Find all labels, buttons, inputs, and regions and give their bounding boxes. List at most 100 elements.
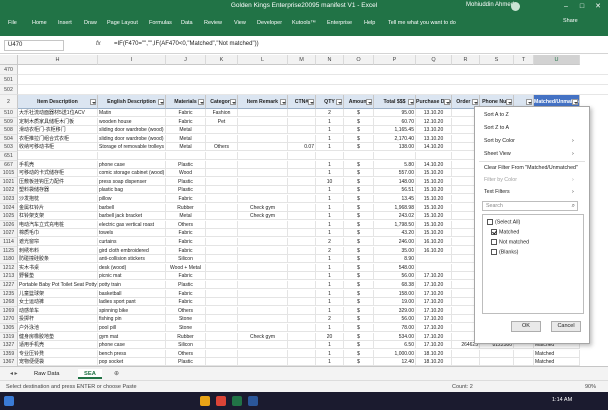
filter-dropdown-icon[interactable] (506, 99, 512, 105)
minimize-icon[interactable]: – (560, 1, 572, 13)
maximize-icon[interactable]: □ (576, 1, 588, 13)
table-cell[interactable]: 17.10.20 (416, 324, 452, 332)
table-cell[interactable] (206, 126, 238, 135)
filter-by-color[interactable]: Filter by Color › (484, 177, 574, 183)
table-cell[interactable]: 1 (316, 229, 344, 238)
table-cell[interactable]: 13.45 (374, 195, 416, 203)
table-cell[interactable]: 557.00 (374, 169, 416, 178)
filter-dropdown-icon[interactable] (572, 99, 578, 105)
table-cell[interactable]: 1 (316, 306, 344, 315)
table-cell[interactable]: 15.10.20 (416, 203, 452, 212)
table-cell[interactable] (206, 246, 238, 255)
table-cell[interactable]: $ (344, 169, 374, 178)
table-cell[interactable]: $ (344, 298, 374, 307)
row-header[interactable]: 501 (0, 75, 18, 85)
table-cell[interactable]: 13.10.20 (416, 134, 452, 143)
row-header[interactable]: 509 (0, 117, 18, 127)
table-cell[interactable]: 15.10.20 (416, 195, 452, 203)
table-cell[interactable]: 2 (316, 315, 344, 324)
column-header-h[interactable]: H (18, 55, 98, 65)
table-cell[interactable] (238, 143, 288, 152)
row-header[interactable]: 1027 (0, 229, 18, 238)
table-cell[interactable]: gym mat (98, 332, 166, 341)
clear-filter[interactable]: Clear Filter From "Matched/Unmatched" (484, 165, 578, 171)
row-header[interactable]: 1327 (0, 341, 18, 350)
table-cell[interactable]: Fabric (166, 246, 206, 255)
tab-draw[interactable]: Draw (84, 20, 97, 26)
table-cell[interactable]: 56.51 (374, 186, 416, 195)
table-cell[interactable] (288, 229, 316, 238)
table-cell[interactable] (206, 315, 238, 324)
table-cell[interactable] (206, 272, 238, 281)
table-cell[interactable]: 17.10.20 (416, 289, 452, 298)
table-cell[interactable]: 1 (316, 289, 344, 298)
column-header-t[interactable]: T (514, 55, 534, 65)
table-cell[interactable] (288, 195, 316, 203)
text-filters[interactable]: Text Filters › (484, 189, 574, 195)
row-header[interactable]: 504 (0, 134, 18, 144)
table-cell[interactable] (206, 177, 238, 186)
row-header[interactable]: 1180 (0, 255, 18, 264)
sheet-tab-raw-data[interactable]: Raw Data (28, 369, 65, 379)
zoom-level[interactable]: 90% (585, 384, 596, 390)
table-cell[interactable]: 压敷板挂钩压力配件 (18, 177, 98, 186)
table-cell[interactable]: 43.20 (374, 229, 416, 238)
table-cell[interactable]: 15.10.20 (416, 186, 452, 195)
table-cell[interactable] (416, 263, 452, 272)
table-cell[interactable]: 防碰撞硅胶条 (18, 255, 98, 264)
row-header[interactable]: 1015 (0, 169, 18, 178)
table-cell[interactable]: Plastic (166, 160, 206, 169)
table-cell[interactable]: 遮光窗帘 (18, 238, 98, 246)
column-header-i[interactable]: I (98, 55, 166, 65)
row-header[interactable]: 502 (0, 85, 18, 95)
table-cell[interactable]: Silicon (166, 341, 206, 350)
table-cell[interactable] (288, 117, 316, 126)
row-header[interactable]: 1024 (0, 203, 18, 213)
row-header[interactable]: 667 (0, 160, 18, 170)
filter-item-not-matched[interactable]: Not matched (491, 239, 529, 245)
table-header-cell[interactable]: English Description (98, 95, 166, 109)
table-cell[interactable]: 实木书桌 (18, 263, 98, 272)
table-cell[interactable]: 17.10.20 (416, 341, 452, 350)
row-header[interactable]: 2 (0, 95, 18, 109)
table-cell[interactable] (288, 332, 316, 341)
table-cell[interactable] (206, 169, 238, 178)
table-cell[interactable]: 滑动衣柜门-衣柜移门 (18, 126, 98, 135)
table-cell[interactable]: plastic bag (98, 186, 166, 195)
table-cell[interactable]: phone case (98, 341, 166, 350)
column-header-u[interactable]: U (534, 55, 580, 65)
table-cell[interactable]: $ (344, 203, 374, 212)
table-cell[interactable]: Plastic (166, 186, 206, 195)
table-cell[interactable]: 6.50 (374, 341, 416, 350)
tab-home[interactable]: Home (32, 20, 47, 26)
table-cell[interactable]: $ (344, 246, 374, 255)
table-cell[interactable]: Check gym (238, 212, 288, 221)
start-icon[interactable] (4, 396, 14, 406)
table-cell[interactable]: 2,170.40 (374, 134, 416, 143)
tab-developer[interactable]: Developer (257, 20, 282, 26)
table-cell[interactable] (238, 324, 288, 332)
table-cell[interactable]: Matin (98, 109, 166, 117)
row-header[interactable]: 651 (0, 152, 18, 161)
table-cell[interactable] (206, 212, 238, 221)
table-cell[interactable]: 68.38 (374, 281, 416, 289)
filter-dropdown-icon[interactable] (408, 99, 414, 105)
tab-page-layout[interactable]: Page Layout (107, 20, 138, 26)
table-cell[interactable]: curtains (98, 238, 166, 246)
table-cell[interactable]: $ (344, 143, 374, 152)
table-cell[interactable]: 沙发抱枕 (18, 195, 98, 203)
table-cell[interactable]: 1 (316, 298, 344, 307)
table-cell[interactable]: 138.00 (374, 143, 416, 152)
table-cell[interactable]: 17.10.20 (416, 332, 452, 341)
table-cell[interactable]: 适用手机壳 (18, 341, 98, 350)
table-cell[interactable]: 1,798.50 (374, 220, 416, 229)
table-cell[interactable]: 78.00 (374, 324, 416, 332)
table-cell[interactable]: Portable Baby Pot Toilet Seat Potty (18, 281, 98, 289)
table-cell[interactable]: Fabric (166, 272, 206, 281)
table-cell[interactable]: desk (wood) (98, 263, 166, 272)
row-header[interactable]: 1359 (0, 349, 18, 359)
table-cell[interactable]: $ (344, 272, 374, 281)
column-header-q[interactable]: Q (416, 55, 452, 65)
table-cell[interactable]: $ (344, 306, 374, 315)
tab-view[interactable]: View (234, 20, 246, 26)
